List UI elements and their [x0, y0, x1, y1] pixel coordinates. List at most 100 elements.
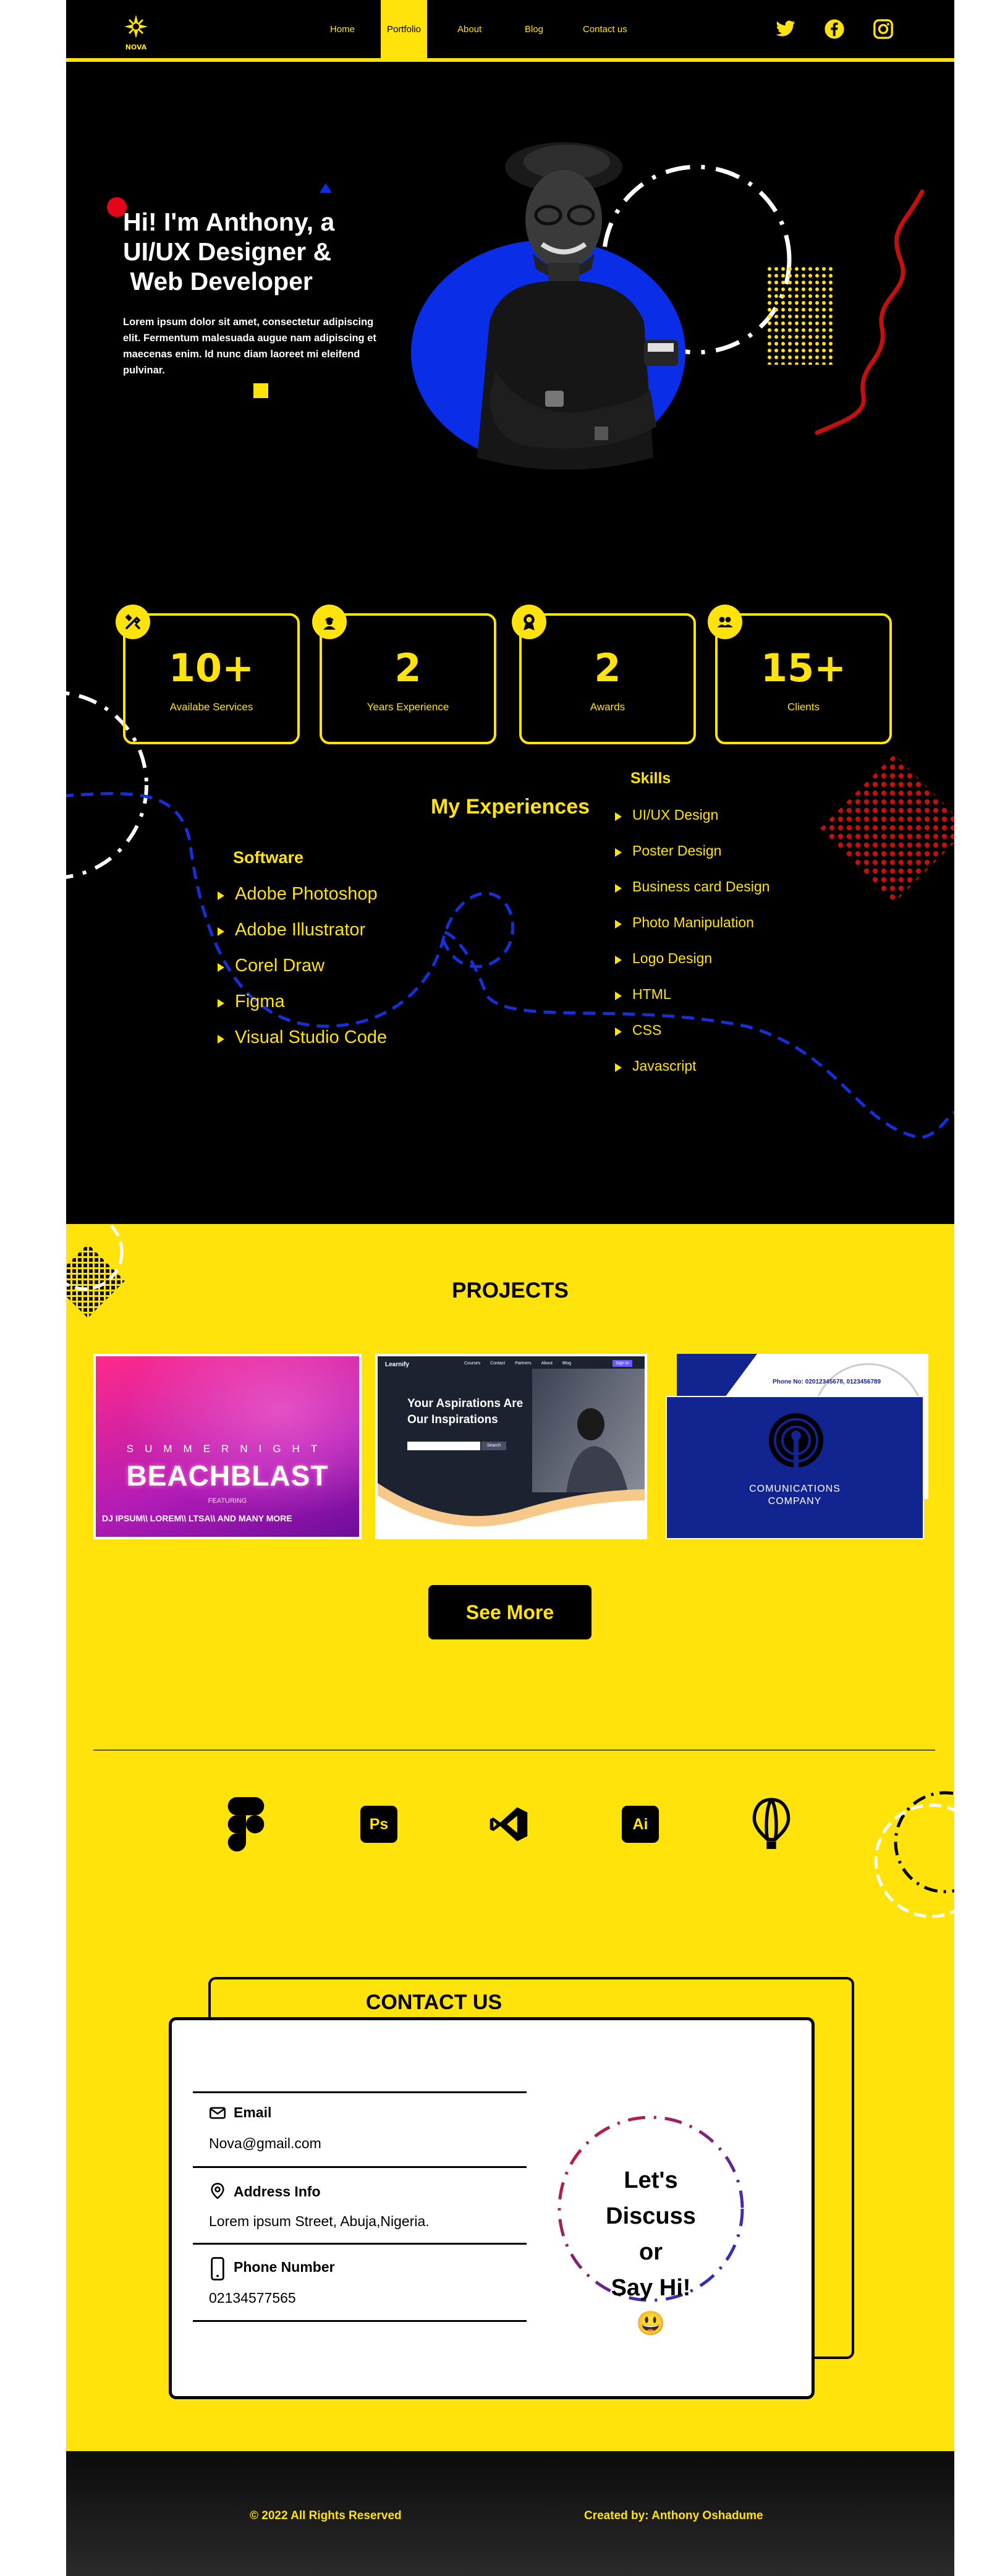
projects-title: PROJECTS [452, 1278, 569, 1303]
website-brand: Learnify [385, 1361, 409, 1368]
vscode-icon [486, 1799, 531, 1850]
nav-about[interactable]: About [457, 0, 481, 58]
location-pin-icon [211, 2183, 224, 2200]
portfolio-page: NOVA Home Portfolio About Blog Contact u… [66, 0, 954, 2576]
website-headline: Your Aspirations Are [407, 1397, 524, 1410]
figma-icon [224, 1797, 268, 1851]
award-icon [512, 605, 546, 639]
nav-home[interactable]: Home [330, 0, 355, 58]
envelope-icon [210, 2107, 226, 2119]
clients-icon [708, 605, 742, 639]
website-sign-in: Sign In [613, 1360, 632, 1367]
brand-logo[interactable]: NOVA [121, 14, 151, 51]
discuss-line: or [639, 2239, 663, 2265]
phone-icon [211, 2257, 224, 2281]
email-value[interactable]: Nova@gmail.com [209, 2135, 321, 2152]
photoshop-label: Ps [360, 1806, 397, 1843]
facebook-icon[interactable] [824, 19, 845, 40]
yellow-square-decoration [253, 383, 268, 398]
list-item: Visual Studio Code [218, 1027, 387, 1063]
website-menu: Courses Contact Partners About Blog [464, 1361, 571, 1366]
email-label: Email [234, 2104, 272, 2120]
projects-section: PROJECTS SUMMERNIGHT BEACHBLAST FEATURIN… [66, 1224, 954, 2451]
coreldraw-icon [749, 1798, 794, 1850]
website-menu-item: About [541, 1361, 553, 1366]
tools-icon [116, 605, 150, 639]
website-menu-item: Partners [515, 1361, 532, 1366]
stat-label: Clients [787, 701, 820, 713]
poster-featuring: FEATURING [208, 1497, 247, 1505]
list-item: Photo Manipulation [615, 914, 769, 950]
business-card-front: COMUNICATIONS COMPANY [666, 1396, 924, 1539]
contact-card: Email Nova@gmail.com Address Info Lorem … [169, 2017, 815, 2399]
white-dashed-circle-decoration [874, 1803, 954, 1918]
company-name-line: COMPANY [768, 1496, 822, 1507]
hero-description: Lorem ipsum dolor sit amet, consectetur … [123, 317, 376, 376]
nav-portfolio[interactable]: Portfolio [381, 0, 428, 58]
list-item: Javascript [615, 1058, 769, 1094]
address-value: Lorem ipsum Street, Abuja,Nigeria. [209, 2213, 430, 2229]
poster-main-text: BEACHBLAST [126, 1460, 329, 1492]
photoshop-icon: Ps [357, 1799, 401, 1850]
stat-label: Years Experience [367, 701, 449, 713]
hero-title-line: Web Developer [123, 267, 313, 295]
list-item: CSS [615, 1022, 769, 1058]
website-menu-item: Blog [562, 1361, 571, 1366]
software-title: Software [233, 848, 304, 867]
software-list: Adobe Photoshop Adobe Illustrator Corel … [218, 884, 387, 1063]
skills-list: UI/UX Design Poster Design Business card… [615, 807, 769, 1094]
stat-value: 2 [394, 645, 422, 691]
hero-section: Hi! I'm Anthony, a UI/UX Designer & Web … [66, 62, 954, 1224]
divider [193, 2091, 527, 2093]
stat-card-services: 10+ Availabe Services [116, 605, 300, 744]
illustrator-label: Ai [622, 1806, 659, 1843]
divider [93, 1749, 935, 1751]
company-name-line: COMUNICATIONS [749, 1484, 841, 1494]
antenna-logo-icon [769, 1413, 823, 1468]
nav-contact-us[interactable]: Contact us [583, 0, 627, 58]
poster-bottom-text: DJ IPSUM\\ LOREM\\ LTSA\\ AND MANY MORE [102, 1513, 292, 1523]
list-item: Business card Design [615, 878, 769, 914]
stat-card-awards: 2 Awards [512, 605, 696, 744]
list-item: Adobe Photoshop [218, 884, 387, 920]
hero-title: Hi! I'm Anthony, a UI/UX Designer & Web … [123, 207, 383, 296]
list-item: HTML [615, 986, 769, 1022]
stat-label: Availabe Services [169, 701, 253, 713]
discuss-line: Say Hi! [611, 2275, 691, 2301]
twitter-icon[interactable] [775, 19, 796, 40]
phone-value[interactable]: 02134577565 [209, 2290, 296, 2306]
black-dashed-circle-decoration [894, 1791, 954, 1894]
nav-blog[interactable]: Blog [525, 0, 543, 58]
stat-value: 15+ [760, 645, 847, 691]
list-item: Logo Design [615, 950, 769, 986]
worker-icon [312, 605, 347, 639]
list-item: Adobe Illustrator [218, 920, 387, 956]
project-card-learnify[interactable]: Learnify Courses Contact Partners About … [375, 1354, 647, 1539]
contact-title: CONTACT US [365, 1991, 502, 2014]
website-menu-item: Contact [490, 1361, 506, 1366]
illustrator-icon: Ai [618, 1799, 663, 1850]
discuss-line: Let's Discuss [606, 2167, 696, 2229]
list-item: Poster Design [615, 843, 769, 878]
poster-top-text: SUMMERNIGHT [126, 1443, 329, 1455]
website-search-input [407, 1442, 480, 1450]
website-search-button: Search [481, 1442, 506, 1450]
hero-title-line: Hi! I'm Anthony, a [123, 208, 335, 236]
dotted-square-decoration [765, 266, 833, 365]
blue-triangle-decoration [320, 183, 332, 193]
list-item: Corel Draw [218, 956, 387, 992]
project-card-business-card[interactable]: Phone No: 02012345678, 0123456789 COMUNI… [666, 1354, 928, 1539]
hero-title-line: UI/UX Designer & [123, 237, 332, 266]
website-menu-item: Courses [464, 1361, 481, 1366]
project-card-beachblast[interactable]: SUMMERNIGHT BEACHBLAST FEATURING DJ IPSU… [93, 1354, 362, 1539]
nova-star-icon [124, 15, 148, 38]
stat-card-clients: 15+ Clients [708, 605, 892, 744]
divider [193, 2243, 527, 2245]
brand-name: NOVA [125, 43, 147, 51]
red-dotted-diamond-decoration [820, 754, 954, 903]
stat-value: 10+ [168, 645, 255, 691]
instagram-icon[interactable] [873, 19, 894, 40]
website-headline: Our Inspirations [407, 1413, 498, 1426]
divider [193, 2166, 527, 2168]
see-more-button[interactable]: See More [428, 1585, 591, 1639]
